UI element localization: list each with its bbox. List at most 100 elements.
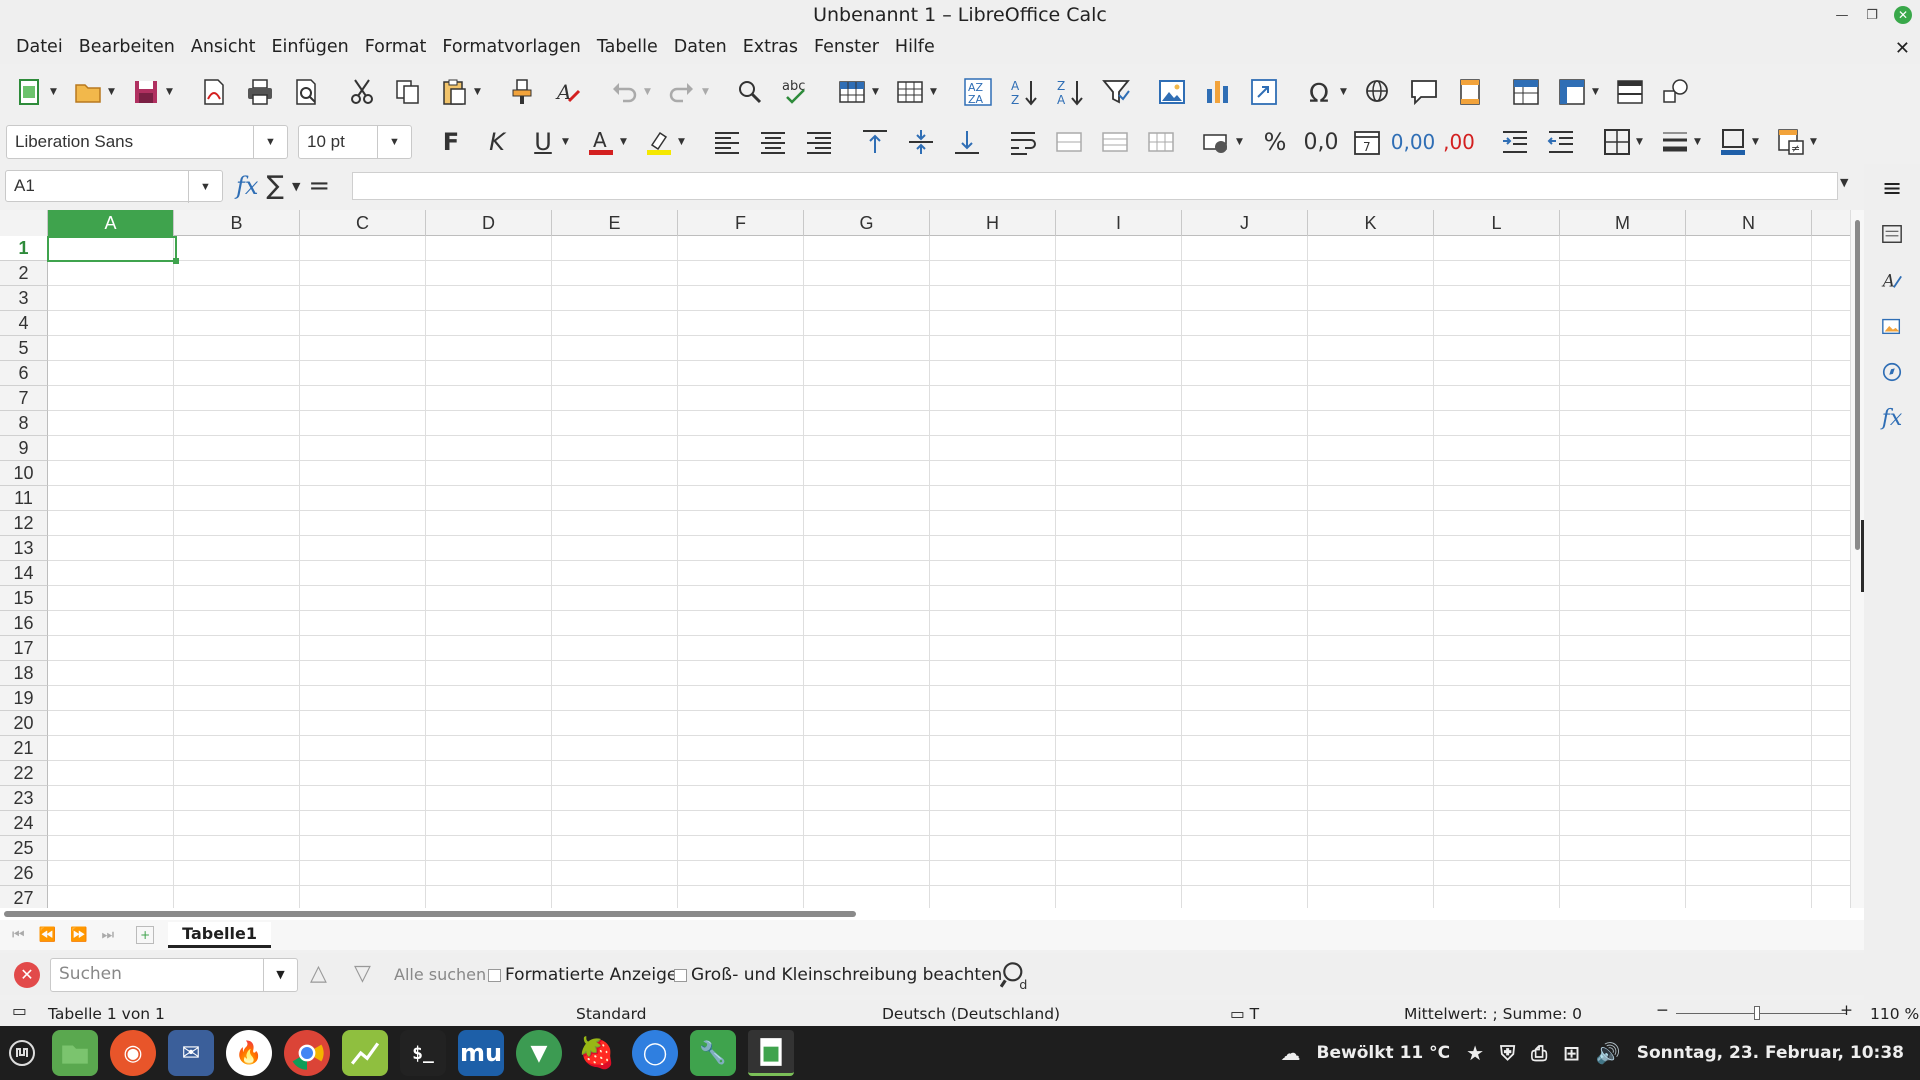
- new-document-button[interactable]: [10, 72, 50, 112]
- redo-dropdown-icon[interactable]: ▼: [702, 87, 712, 97]
- delete-decimal-button[interactable]: ,00: [1438, 123, 1480, 161]
- navigator-icon[interactable]: [1878, 358, 1906, 386]
- close-find-bar-button[interactable]: ✕: [14, 962, 40, 988]
- border-style-button[interactable]: [1654, 123, 1696, 161]
- row-header[interactable]: 26: [0, 861, 48, 886]
- vertical-scroll-thumb[interactable]: [1855, 220, 1860, 550]
- gallery-icon[interactable]: [1878, 312, 1906, 340]
- row-header[interactable]: 3: [0, 286, 48, 311]
- cut-button[interactable]: [342, 72, 382, 112]
- headers-footers-button[interactable]: [1450, 72, 1490, 112]
- column-header[interactable]: B: [174, 210, 300, 236]
- column-header[interactable]: N: [1686, 210, 1812, 236]
- sum-icon[interactable]: ∑: [266, 171, 284, 201]
- column-header[interactable]: H: [930, 210, 1056, 236]
- column-header[interactable]: I: [1056, 210, 1182, 236]
- expand-formula-bar-icon[interactable]: ▼: [1840, 176, 1848, 189]
- row-header[interactable]: 17: [0, 636, 48, 661]
- save-button[interactable]: [126, 72, 166, 112]
- insert-chart-button[interactable]: [1198, 72, 1238, 112]
- undo-button[interactable]: [604, 72, 644, 112]
- clone-formatting-button[interactable]: [502, 72, 542, 112]
- menu-datei[interactable]: Datei: [8, 34, 71, 57]
- new-dropdown-icon[interactable]: ▼: [50, 87, 60, 97]
- font-size-dropdown-icon[interactable]: ▼: [377, 126, 411, 158]
- column-header[interactable]: G: [804, 210, 930, 236]
- weather-text[interactable]: Bewölkt 11 °C: [1317, 1043, 1451, 1063]
- column-header[interactable]: D: [426, 210, 552, 236]
- freeze-dropdown-icon[interactable]: ▼: [1592, 87, 1602, 97]
- tools-icon[interactable]: 🔧: [690, 1030, 736, 1076]
- horizontal-scrollbar[interactable]: [0, 908, 1864, 920]
- flame-icon[interactable]: 🔥: [226, 1030, 272, 1076]
- calc-icon[interactable]: [748, 1030, 794, 1076]
- find-dropdown-icon[interactable]: ▼: [263, 959, 297, 991]
- merge-center-button[interactable]: [1048, 123, 1090, 161]
- find-all-button[interactable]: Alle suchen: [394, 965, 486, 984]
- highlight-color-button[interactable]: [638, 123, 680, 161]
- row-header[interactable]: 1: [0, 236, 48, 261]
- pivot-table-button[interactable]: [1244, 72, 1284, 112]
- row-header[interactable]: 8: [0, 411, 48, 436]
- row-header[interactable]: 14: [0, 561, 48, 586]
- chat-icon[interactable]: ◯: [632, 1030, 678, 1076]
- zoom-slider[interactable]: [1676, 1013, 1846, 1014]
- merge-cells-button[interactable]: [1094, 123, 1136, 161]
- row-header[interactable]: 10: [0, 461, 48, 486]
- wrap-text-button[interactable]: [1002, 123, 1044, 161]
- row-header[interactable]: 2: [0, 261, 48, 286]
- paste-button[interactable]: [434, 72, 474, 112]
- menu-hilfe[interactable]: Hilfe: [887, 34, 943, 57]
- column-header[interactable]: J: [1182, 210, 1308, 236]
- percent-format-button[interactable]: %: [1254, 123, 1296, 161]
- define-print-area-button[interactable]: [1506, 72, 1546, 112]
- menu-tabelle[interactable]: Tabelle: [589, 34, 666, 57]
- formatted-display-checkbox[interactable]: Formatierte Anzeige: [488, 965, 677, 985]
- row-header[interactable]: 25: [0, 836, 48, 861]
- row-header[interactable]: 18: [0, 661, 48, 686]
- match-case-box[interactable]: [674, 968, 687, 982]
- previous-sheet-icon[interactable]: ⏪: [39, 927, 56, 943]
- borders-button[interactable]: [1596, 123, 1638, 161]
- clear-formatting-button[interactable]: A: [548, 72, 588, 112]
- add-sheet-icon[interactable]: +: [136, 926, 155, 944]
- name-box-dropdown-icon[interactable]: ▼: [188, 171, 222, 203]
- column-dropdown-icon[interactable]: ▼: [930, 87, 940, 97]
- formula-input[interactable]: [352, 172, 1838, 200]
- undo-dropdown-icon[interactable]: ▼: [644, 87, 654, 97]
- formatted-display-box[interactable]: [488, 968, 501, 982]
- select-all-corner[interactable]: [0, 210, 48, 236]
- row-header[interactable]: 27: [0, 886, 48, 908]
- currency-format-button[interactable]: [1196, 123, 1238, 161]
- menu-fenster[interactable]: Fenster: [806, 34, 887, 57]
- special-character-dropdown-icon[interactable]: ▼: [1340, 87, 1350, 97]
- close-document-button[interactable]: ✕: [1895, 38, 1910, 59]
- zoom-slider-thumb[interactable]: [1754, 1006, 1760, 1020]
- row-header[interactable]: 5: [0, 336, 48, 361]
- shield-icon[interactable]: ⛨: [1500, 1041, 1515, 1065]
- open-button[interactable]: [68, 72, 108, 112]
- horizontal-scroll-thumb[interactable]: [4, 911, 856, 917]
- column-header[interactable]: M: [1560, 210, 1686, 236]
- column-header[interactable]: K: [1308, 210, 1434, 236]
- column-header[interactable]: F: [678, 210, 804, 236]
- volume-icon[interactable]: 🔊: [1596, 1041, 1621, 1065]
- menu-formatvorlagen[interactable]: Formatvorlagen: [434, 34, 588, 57]
- menu-daten[interactable]: Daten: [666, 34, 735, 57]
- sort-descending-button[interactable]: ZA: [1050, 72, 1090, 112]
- first-sheet-icon[interactable]: ⏮: [12, 927, 25, 943]
- selected-cell-cursor[interactable]: [47, 236, 177, 262]
- shield-leaf-icon[interactable]: ▼: [516, 1030, 562, 1076]
- underline-button[interactable]: U: [522, 123, 564, 161]
- printer-tray-icon[interactable]: ⎙: [1531, 1041, 1547, 1065]
- last-sheet-icon[interactable]: ⏭: [101, 927, 114, 943]
- zoom-level[interactable]: 110 %: [1870, 1005, 1919, 1023]
- find-previous-icon[interactable]: △: [310, 961, 327, 986]
- show-draw-functions-button[interactable]: [1656, 72, 1696, 112]
- print-preview-button[interactable]: [286, 72, 326, 112]
- spellcheck-button[interactable]: abc: [776, 72, 816, 112]
- paste-dropdown-icon[interactable]: ▼: [474, 87, 484, 97]
- row-header[interactable]: 15: [0, 586, 48, 611]
- menu-extras[interactable]: Extras: [735, 34, 806, 57]
- row-header[interactable]: 12: [0, 511, 48, 536]
